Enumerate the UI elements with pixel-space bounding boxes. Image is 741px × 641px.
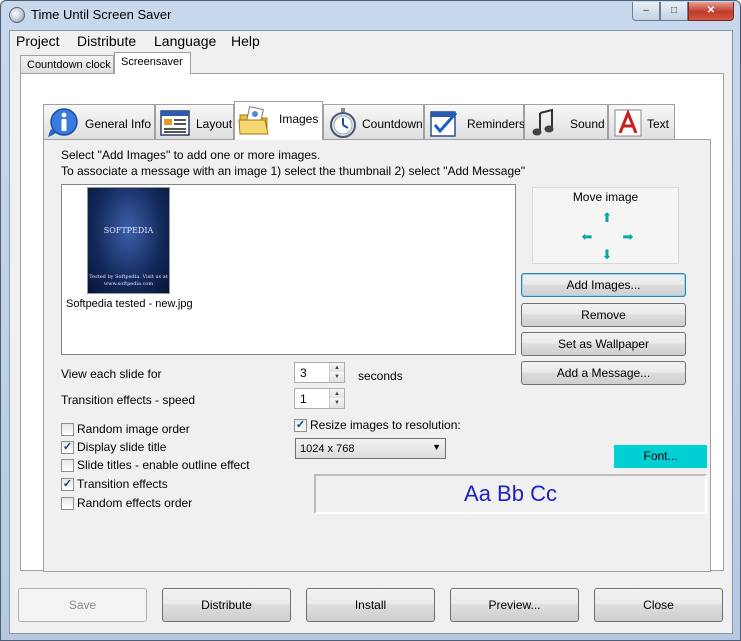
- move-left-arrow-icon[interactable]: ⬅: [579, 229, 595, 245]
- tab-sound-label: Sound: [570, 117, 605, 131]
- resolution-value: 1024 x 768: [300, 443, 355, 455]
- add-images-button[interactable]: Add Images...: [521, 273, 686, 297]
- music-note-icon: [532, 108, 554, 136]
- transition-speed-spinner[interactable]: 1 ▲ ▼: [294, 388, 345, 409]
- transition-speed-value: 1: [300, 392, 307, 406]
- thumbnail-image-brand: SOFTPEDIA: [103, 226, 154, 235]
- info-icon: [48, 108, 78, 137]
- images-folder-icon: [238, 106, 269, 135]
- instruction-line-1: Select "Add Images" to add one or more i…: [61, 148, 321, 162]
- checkbox-label: Random effects order: [77, 496, 193, 510]
- app-window: Time Until Screen Saver – □ ✕ Project Di…: [0, 0, 741, 641]
- tab-general-info[interactable]: General Info: [43, 104, 155, 140]
- tab-general-info-label: General Info: [85, 117, 152, 131]
- menu-help[interactable]: Help: [231, 33, 260, 49]
- tab-countdown-clock[interactable]: Countdown clock: [20, 55, 114, 74]
- tab-reminders-label: Reminders: [467, 117, 526, 131]
- chevron-down-icon: ▼: [432, 442, 441, 452]
- checkbox-label: Slide titles - enable outline effect: [77, 458, 250, 472]
- bottom-button-bar: Save Distribute Install Preview... Close: [10, 572, 732, 634]
- minimize-button[interactable]: –: [632, 2, 660, 21]
- checkbox-box[interactable]: ✓: [61, 478, 74, 491]
- remove-button[interactable]: Remove: [521, 303, 686, 327]
- screensaver-panel: General Info Layout Images Countdown Rem…: [20, 73, 724, 572]
- images-tab-panel: Select "Add Images" to add one or more i…: [43, 139, 711, 572]
- spin-down-icon[interactable]: ▼: [329, 398, 344, 408]
- move-down-arrow-icon[interactable]: ⬇: [599, 247, 615, 263]
- move-image-box: Move image ⬆ ⬅ ➡ ⬇: [532, 187, 679, 264]
- view-each-slide-label: View each slide for: [61, 367, 162, 381]
- tab-countdown-label: Countdown: [362, 117, 423, 131]
- checkbox-label: Random image order: [77, 422, 190, 436]
- text-icon: [614, 108, 642, 137]
- checkbox-label: Resize images to resolution:: [310, 418, 461, 432]
- maximize-button[interactable]: □: [660, 2, 688, 21]
- tab-images-label: Images: [279, 112, 319, 126]
- add-message-button[interactable]: Add a Message...: [521, 361, 686, 385]
- client-area: Project Distribute Language Help Countdo…: [9, 30, 733, 634]
- tab-countdown[interactable]: Countdown: [323, 104, 424, 140]
- spin-down-icon[interactable]: ▼: [329, 372, 344, 382]
- clock-app-icon: [9, 7, 25, 23]
- checkbox-label: Display slide title: [77, 440, 167, 454]
- tab-screensaver[interactable]: Screensaver: [114, 52, 191, 74]
- preview-button[interactable]: Preview...: [450, 588, 579, 622]
- distribute-button[interactable]: Distribute: [162, 588, 291, 622]
- window-title: Time Until Screen Saver: [31, 7, 172, 22]
- tab-images[interactable]: Images: [234, 101, 323, 140]
- checkbox-label: Transition effects: [77, 477, 168, 491]
- checklist-icon: [430, 111, 458, 137]
- thumbnail-image-caption: Tested by Softpedia. Visit us at www.sof…: [89, 274, 168, 287]
- title-bar[interactable]: Time Until Screen Saver – □ ✕: [1, 1, 740, 30]
- layout-icon: [160, 110, 190, 136]
- checkbox-box[interactable]: [61, 497, 74, 510]
- thumbnail-list[interactable]: SOFTPEDIA Tested by Softpedia. Visit us …: [61, 184, 516, 355]
- move-right-arrow-icon[interactable]: ➡: [620, 229, 636, 245]
- resolution-dropdown[interactable]: 1024 x 768 ▼: [295, 438, 446, 459]
- transition-speed-label: Transition effects - speed: [61, 393, 196, 407]
- menu-distribute[interactable]: Distribute: [77, 33, 136, 49]
- thumbnail-filename: Softpedia tested - new.jpg: [66, 298, 193, 310]
- move-image-label: Move image: [572, 190, 639, 204]
- checkbox-box[interactable]: ✓: [294, 419, 307, 432]
- instruction-line-2: To associate a message with an image 1) …: [61, 164, 526, 178]
- slide-duration-spinner[interactable]: 3 ▲ ▼: [294, 362, 345, 383]
- seconds-label: seconds: [358, 369, 403, 383]
- tab-reminders[interactable]: Reminders: [424, 104, 526, 140]
- close-window-button[interactable]: ✕: [688, 2, 734, 21]
- stopwatch-icon: [330, 108, 356, 138]
- font-button[interactable]: Font...: [614, 445, 707, 468]
- tab-sound[interactable]: Sound: [524, 104, 608, 140]
- checkbox-box[interactable]: [61, 459, 74, 472]
- menu-bar: Project Distribute Language Help: [10, 31, 732, 51]
- tab-layout[interactable]: Layout: [155, 104, 234, 140]
- tab-text-label: Text: [647, 117, 670, 131]
- slide-duration-value: 3: [300, 366, 307, 380]
- thumbnail-image[interactable]: SOFTPEDIA Tested by Softpedia. Visit us …: [87, 187, 170, 294]
- close-button[interactable]: Close: [594, 588, 723, 622]
- save-button[interactable]: Save: [18, 588, 147, 622]
- install-button[interactable]: Install: [306, 588, 435, 622]
- move-up-arrow-icon[interactable]: ⬆: [599, 210, 615, 226]
- menu-project[interactable]: Project: [16, 33, 60, 49]
- tab-layout-label: Layout: [196, 117, 233, 131]
- checkbox-box[interactable]: [61, 423, 74, 436]
- set-wallpaper-button[interactable]: Set as Wallpaper: [521, 332, 686, 356]
- checkbox-box[interactable]: ✓: [61, 441, 74, 454]
- tab-text[interactable]: Text: [608, 104, 675, 140]
- font-preview: Aa Bb Cc: [314, 474, 707, 514]
- menu-language[interactable]: Language: [154, 33, 216, 49]
